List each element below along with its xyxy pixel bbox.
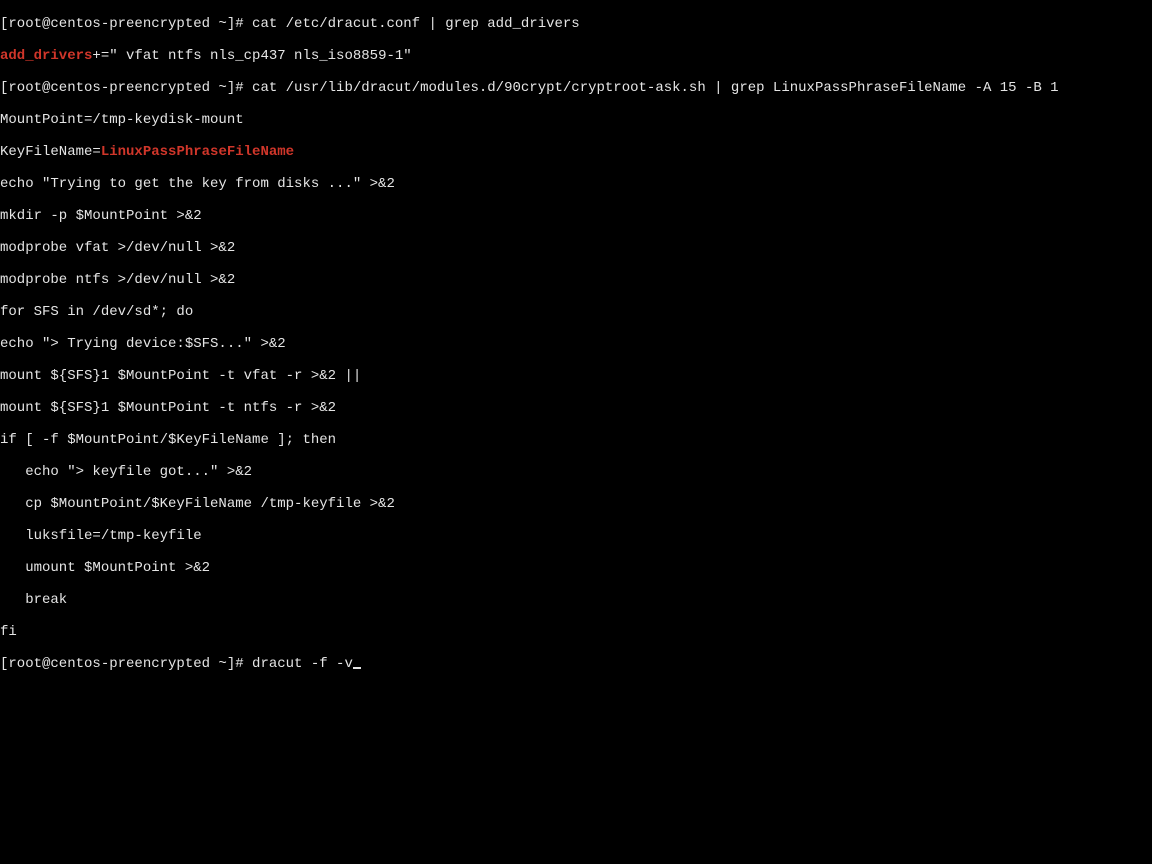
command-input-line[interactable]: [root@centos-preencrypted ~]# dracut -f … [0,656,1152,672]
output-line: break [0,592,1152,608]
command-text: cat /etc/dracut.conf | grep add_drivers [252,16,580,32]
output-line: mount ${SFS}1 $MountPoint -t vfat -r >&2… [0,368,1152,384]
grep-match: LinuxPassPhraseFileName [101,144,294,160]
output-line: MountPoint=/tmp-keydisk-mount [0,112,1152,128]
output-line: KeyFileName=LinuxPassPhraseFileName [0,144,1152,160]
output-line: [root@centos-preencrypted ~]# cat /etc/d… [0,16,1152,32]
output-line: echo "> Trying device:$SFS..." >&2 [0,336,1152,352]
command-text: cat /usr/lib/dracut/modules.d/90crypt/cr… [252,80,1059,96]
output-line: fi [0,624,1152,640]
output-line: modprobe ntfs >/dev/null >&2 [0,272,1152,288]
grep-match: add_drivers [0,48,92,64]
output-line: umount $MountPoint >&2 [0,560,1152,576]
output-line: if [ -f $MountPoint/$KeyFileName ]; then [0,432,1152,448]
shell-prompt: [root@centos-preencrypted ~]# [0,80,252,96]
output-text: KeyFileName= [0,144,101,160]
output-line: modprobe vfat >/dev/null >&2 [0,240,1152,256]
command-text: dracut -f -v [252,656,353,672]
shell-prompt: [root@centos-preencrypted ~]# [0,16,252,32]
terminal-window[interactable]: [root@centos-preencrypted ~]# cat /etc/d… [0,0,1152,864]
output-line: cp $MountPoint/$KeyFileName /tmp-keyfile… [0,496,1152,512]
output-line: add_drivers+=" vfat ntfs nls_cp437 nls_i… [0,48,1152,64]
output-line: mount ${SFS}1 $MountPoint -t ntfs -r >&2 [0,400,1152,416]
shell-prompt: [root@centos-preencrypted ~]# [0,656,252,672]
output-line: mkdir -p $MountPoint >&2 [0,208,1152,224]
text-cursor [353,667,361,669]
output-line: echo "> keyfile got..." >&2 [0,464,1152,480]
output-line: luksfile=/tmp-keyfile [0,528,1152,544]
output-line: echo "Trying to get the key from disks .… [0,176,1152,192]
output-line: for SFS in /dev/sd*; do [0,304,1152,320]
output-line: [root@centos-preencrypted ~]# cat /usr/l… [0,80,1152,96]
output-text: +=" vfat ntfs nls_cp437 nls_iso8859-1" [92,48,411,64]
